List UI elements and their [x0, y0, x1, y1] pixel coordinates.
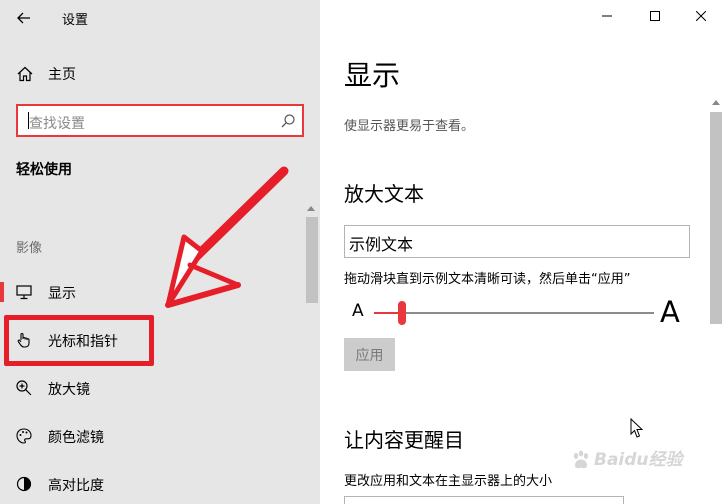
size-dropdown[interactable] [344, 496, 624, 504]
scrollbar-thumb[interactable] [710, 112, 722, 324]
enlarge-text-heading: 放大文本 [344, 182, 424, 206]
mouse-cursor-icon [630, 418, 644, 438]
scrollbar-thumb[interactable] [306, 217, 318, 303]
close-button[interactable] [678, 0, 724, 32]
sidebar: 设置 主页 查找设置 轻松使用 影像 显示 光标和指针 放大镜 颜色滤镜 高对比… [0, 0, 320, 504]
magnifier-icon [16, 380, 32, 396]
minimize-icon [602, 15, 612, 17]
slider-thumb[interactable] [398, 301, 406, 325]
page-subtitle: 使显示器更易于查看。 [344, 119, 475, 134]
sidebar-item-home-label: 主页 [48, 67, 76, 83]
search-input[interactable]: 查找设置 [16, 104, 304, 137]
sidebar-item-label: 显示 [48, 286, 76, 302]
small-a-label: A [352, 301, 364, 321]
text-size-slider-row: A A [344, 295, 690, 330]
text-size-slider[interactable] [374, 301, 654, 325]
slider-instruction: 拖动滑块直到示例文本清晰可读，然后单击“应用” [344, 272, 631, 287]
maximize-icon [650, 11, 660, 21]
scroll-up-icon[interactable] [307, 206, 315, 211]
palette-icon [16, 428, 32, 444]
sidebar-item-cursor-pointer[interactable]: 光标和指针 [0, 318, 300, 362]
scroll-up-icon[interactable] [712, 100, 720, 105]
sidebar-item-label: 光标和指针 [48, 334, 118, 350]
sample-text-field[interactable]: 示例文本 [344, 225, 690, 258]
sidebar-item-label: 颜色滤镜 [48, 430, 104, 446]
baidu-paw-icon [573, 450, 589, 469]
home-icon [17, 66, 33, 82]
sidebar-item-label: 放大镜 [48, 382, 90, 398]
search-placeholder: 查找设置 [29, 116, 85, 132]
sidebar-item-label: 高对比度 [48, 478, 104, 494]
window-title: 设置 [62, 13, 89, 28]
sidebar-item-home[interactable]: 主页 [0, 58, 320, 88]
bright-hint: 更改应用和文本在主显示器上的大小 [344, 474, 553, 489]
content-pane: 显示 使显示器更易于查看。 放大文本 示例文本 拖动滑块直到示例文本清晰可读，然… [320, 0, 724, 504]
back-arrow-icon [17, 12, 30, 24]
minimize-button[interactable] [584, 0, 630, 32]
search-icon[interactable] [280, 113, 296, 129]
sidebar-item-magnifier[interactable]: 放大镜 [0, 366, 300, 410]
section-heading: 轻松使用 [16, 162, 72, 178]
large-a-label: A [660, 295, 680, 329]
sidebar-item-high-contrast[interactable]: 高对比度 [0, 462, 300, 504]
selected-indicator [0, 282, 4, 302]
back-button[interactable] [8, 4, 40, 32]
apply-button[interactable]: 应用 [344, 338, 395, 371]
contrast-icon [16, 476, 32, 492]
maximize-button[interactable] [632, 0, 678, 32]
group-label: 影像 [16, 241, 43, 256]
sample-text-value: 示例文本 [349, 235, 414, 254]
watermark: Baidu经验 [570, 445, 683, 470]
pointer-hand-icon [17, 332, 30, 348]
sidebar-item-display[interactable]: 显示 [0, 270, 300, 314]
sidebar-item-color-filters[interactable]: 颜色滤镜 [0, 414, 300, 458]
bright-heading: 让内容更醒目 [344, 428, 464, 452]
monitor-icon [16, 285, 32, 300]
close-icon [696, 11, 706, 21]
watermark-text: Baidu经验 [594, 450, 683, 470]
sidebar-scrollbar[interactable] [304, 200, 318, 504]
page-title: 显示 [344, 59, 401, 92]
content-scrollbar[interactable] [708, 92, 724, 504]
